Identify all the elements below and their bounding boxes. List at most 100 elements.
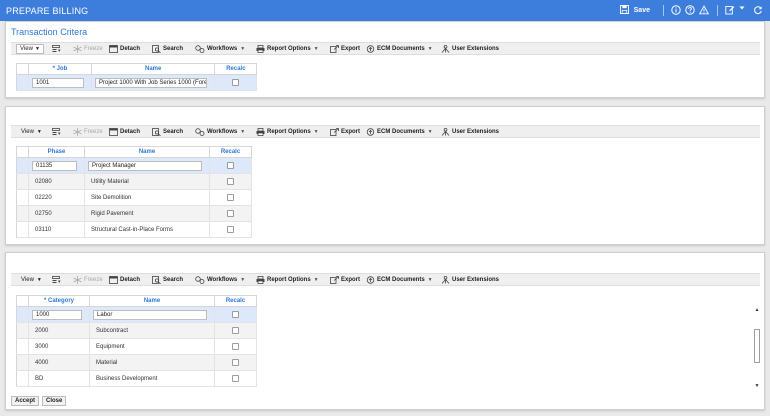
category-cell[interactable]: 3000 [28,338,90,355]
report-options-button[interactable]: Report Options ▼ [256,274,319,286]
detach-button[interactable]: Detach [109,126,140,138]
table-row[interactable]: 02750 Rigid Pavement [16,205,252,222]
row-selector[interactable] [16,354,29,371]
search-button[interactable]: Search [152,126,183,138]
search-button[interactable]: Search [152,43,183,55]
category-input[interactable]: 1000 [32,309,82,320]
name-cell[interactable]: Labor [89,306,215,323]
freeze-button[interactable]: Freeze [73,274,103,286]
column-settings-button[interactable] [52,126,63,138]
info-icon[interactable] [671,5,682,16]
name-cell[interactable]: Business Development [89,370,215,387]
table-row[interactable]: 3000 Equipment [16,338,257,355]
ecm-documents-button[interactable]: ECM Documents ▼ [366,274,433,286]
row-selector[interactable] [16,370,29,387]
close-button[interactable]: Close [42,396,67,406]
recalc-checkbox[interactable] [227,161,234,169]
detach-button[interactable]: Detach [109,43,140,55]
user-extensions-button[interactable]: User Extensions [441,274,499,286]
scrollbar-thumb[interactable] [754,329,760,363]
user-extensions-button[interactable]: User Extensions [441,43,499,55]
name-cell[interactable]: Structural Cast-in-Place Forms [84,221,210,238]
table-row[interactable]: 01135 Project Manager [16,157,252,174]
export-button[interactable]: Export [330,274,360,286]
freeze-button[interactable]: Freeze [73,126,103,138]
detach-button[interactable]: Detach [109,274,140,286]
name-cell[interactable]: Project 1000 With Job Series 1000 (Forec… [90,74,216,91]
ecm-documents-button[interactable]: ECM Documents ▼ [366,43,433,55]
name-cell[interactable]: Material [89,354,215,371]
row-selector[interactable] [16,189,29,206]
phase-cell[interactable]: 02220 [28,189,85,206]
export-button[interactable]: Export [330,126,360,138]
job-input[interactable]: 1001 [32,77,84,88]
refresh-icon[interactable] [753,5,764,16]
export-button[interactable]: Export [330,43,360,55]
recalc-checkbox[interactable] [227,225,234,233]
row-selector[interactable] [16,74,29,91]
name-cell[interactable]: Utility Material [84,173,210,190]
report-options-button[interactable]: Report Options ▼ [256,126,319,138]
phase-input[interactable]: 01135 [32,160,77,171]
vertical-scrollbar[interactable]: ▲ ▼ [754,307,760,389]
freeze-button[interactable]: Freeze [73,43,103,55]
name-cell[interactable]: Project Manager [84,157,210,174]
column-header-recalc[interactable]: Recalc [214,63,258,75]
column-header-recalc[interactable]: Recalc [214,295,257,307]
recalc-checkbox[interactable] [232,326,239,334]
recalc-checkbox[interactable] [232,358,239,366]
table-row[interactable]: 4000 Material [16,354,257,371]
name-cell[interactable]: Subcontract [89,322,215,339]
recalc-checkbox[interactable] [232,310,239,318]
column-header-category[interactable]: * Category [28,295,90,307]
scroll-down-icon[interactable]: ▼ [754,383,760,389]
row-selector[interactable] [16,157,29,174]
row-selector[interactable] [16,322,29,339]
column-header-name[interactable]: Name [84,146,210,158]
column-settings-button[interactable] [52,274,63,286]
scroll-up-icon[interactable]: ▲ [754,307,760,313]
name-cell[interactable]: Site Demolition [84,189,210,206]
save-icon[interactable] [619,5,631,16]
workflows-button[interactable]: Workflows ▼ [195,274,245,286]
column-header-phase[interactable]: Phase [28,146,85,158]
row-selector[interactable] [16,306,29,323]
edit-icon[interactable] [725,5,736,16]
user-extensions-button[interactable]: User Extensions [441,126,499,138]
table-row[interactable]: 2000 Subcontract [16,322,257,339]
phase-cell[interactable]: 02750 [28,205,85,222]
workflows-button[interactable]: Workflows ▼ [195,126,245,138]
name-cell[interactable]: Rigid Pavement [84,205,210,222]
category-cell[interactable]: BD [28,370,90,387]
table-row[interactable]: 1001 Project 1000 With Job Series 1000 (… [16,74,258,91]
column-settings-button[interactable] [52,43,63,55]
save-button[interactable]: Save [634,7,650,14]
column-header-job[interactable]: * Job [28,63,92,75]
column-header-name[interactable]: Name [89,295,215,307]
table-row[interactable]: BD Business Development [16,370,257,387]
category-cell[interactable]: 2000 [28,322,90,339]
name-cell[interactable]: Equipment [89,338,215,355]
category-cell[interactable]: 1000 [28,306,90,323]
chevron-down-icon[interactable] [739,5,746,16]
view-dropdown[interactable]: View ▼ [21,126,42,138]
name-input[interactable]: Project 1000 With Job Series 1000 (Forec… [95,77,208,88]
row-selector[interactable] [16,338,29,355]
recalc-checkbox[interactable] [227,177,234,185]
table-row[interactable]: 02080 Utility Material [16,173,252,190]
view-dropdown[interactable]: View ▼ [16,44,44,54]
table-row[interactable]: 02220 Site Demolition [16,189,252,206]
recalc-checkbox[interactable] [232,342,239,350]
ecm-documents-button[interactable]: ECM Documents ▼ [366,126,433,138]
job-cell[interactable]: 1001 [28,74,92,91]
row-selector[interactable] [16,173,29,190]
recalc-checkbox[interactable] [232,78,240,86]
name-input[interactable]: Project Manager [88,160,202,171]
table-row[interactable]: 1000 Labor [16,306,257,323]
accept-button[interactable]: Accept [11,396,40,406]
recalc-checkbox[interactable] [227,193,234,201]
phase-cell[interactable]: 01135 [28,157,85,174]
report-options-button[interactable]: Report Options ▼ [256,43,319,55]
name-input[interactable]: Labor [93,309,207,320]
help-icon[interactable] [685,5,696,16]
